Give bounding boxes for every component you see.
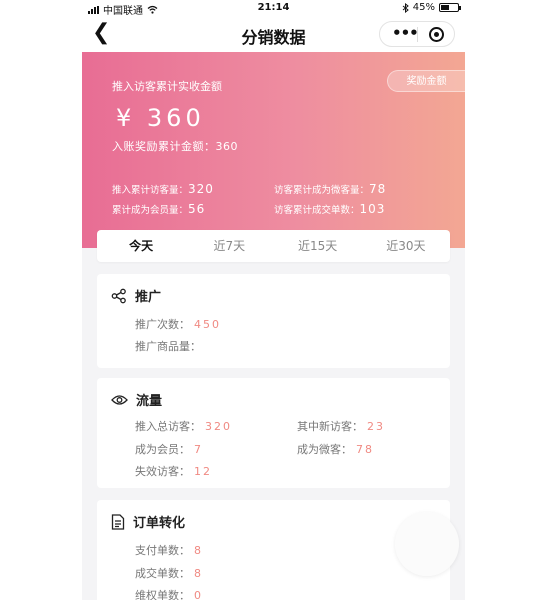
row-label: 成为会员：: [135, 443, 190, 456]
traffic-wechat: 成为微客： 78: [297, 441, 374, 457]
promotion-goods: 推广商品量：: [135, 338, 205, 354]
stat-members: 累计成为会员量：56: [112, 202, 205, 216]
row-label: 成交单数：: [135, 567, 190, 580]
stat-orders: 访客累计成交单数：103: [274, 202, 385, 216]
traffic-lost: 失效访客： 12: [135, 463, 212, 479]
tab-15-days[interactable]: 近15天: [274, 230, 362, 262]
row-value: 23: [367, 420, 385, 433]
row-value: 7: [194, 443, 203, 456]
stat-to-wechat: 访客累计成为微客量：78: [274, 182, 386, 196]
share-icon: [111, 288, 126, 303]
tab-today[interactable]: 今天: [97, 230, 185, 262]
row-label: 推入总访客：: [135, 420, 201, 433]
mini-program-capsule: •••: [379, 21, 455, 47]
capsule-divider: [417, 27, 418, 42]
orders-title: 订单转化: [133, 516, 186, 531]
summary-amount: ¥ 360: [116, 104, 205, 132]
more-icon[interactable]: •••: [392, 24, 419, 42]
row-label: 其中新访客：: [297, 420, 363, 433]
traffic-member: 成为会员： 7: [135, 441, 203, 457]
row-label: 支付单数：: [135, 544, 190, 557]
stat-label: 访客累计成为微客量：: [274, 185, 370, 196]
orders-rights: 维权单数： 0: [135, 587, 203, 600]
row-label: 成为微客：: [297, 443, 352, 456]
orders-paid: 支付单数： 8: [135, 542, 203, 558]
reward-amount-button[interactable]: 奖励金额: [387, 70, 465, 92]
status-bar: 中国联通 21:14 45%: [82, 0, 465, 17]
row-label: 失效访客：: [135, 465, 190, 478]
row-value: 8: [194, 567, 203, 580]
battery-percent: 45%: [412, 2, 435, 13]
stat-label: 访客累计成交单数：: [274, 205, 360, 216]
stat-label: 推入累计访客量：: [112, 185, 189, 196]
traffic-total: 推入总访客： 320: [135, 418, 232, 434]
battery-icon: [439, 3, 461, 12]
promotion-card: 推广 推广次数： 450 推广商品量：: [97, 274, 450, 368]
row-label: 推广次数：: [135, 318, 190, 331]
document-icon: [111, 513, 125, 530]
tab-30-days[interactable]: 近30天: [362, 230, 450, 262]
tab-7-days[interactable]: 近7天: [185, 230, 273, 262]
stat-label: 累计成为会员量：: [112, 205, 189, 216]
row-value: 78: [356, 443, 374, 456]
summary-banner: 推入访客累计实收金额 奖励金额 ¥ 360 入账奖励累计金额：360 推入累计访…: [82, 52, 465, 248]
row-label: 推广商品量：: [135, 340, 201, 353]
phone-screen: 中国联通 21:14 45% ❮ 分销数据 ••• 推入访客累计实收金额 奖励金…: [82, 0, 465, 600]
eye-icon: [111, 394, 128, 405]
stat-visitors: 推入累计访客量：320: [112, 182, 214, 196]
stat-value: 78: [369, 182, 387, 196]
row-value: 450: [194, 318, 221, 331]
stat-value: 103: [359, 202, 386, 216]
orders-deal: 成交单数： 8: [135, 565, 203, 581]
period-tabs: 今天 近7天 近15天 近30天: [97, 230, 450, 262]
traffic-title: 流量: [136, 394, 163, 409]
summary-label: 推入访客累计实收金额: [112, 80, 222, 93]
row-value: 12: [194, 465, 212, 478]
floating-action-button[interactable]: [395, 512, 459, 576]
stat-value: 56: [188, 202, 206, 216]
stat-value: 320: [188, 182, 214, 196]
row-value: 0: [194, 589, 203, 600]
row-value: 320: [205, 420, 232, 433]
target-icon[interactable]: [429, 27, 444, 42]
traffic-new: 其中新访客： 23: [297, 418, 385, 434]
traffic-card: 流量 推入总访客： 320 其中新访客： 23 成为会员： 7 成为微客： 78 失效访…: [97, 378, 450, 488]
row-value: 8: [194, 544, 203, 557]
promotion-count: 推广次数： 450: [135, 316, 221, 332]
row-label: 维权单数：: [135, 589, 190, 600]
promotion-title: 推广: [135, 290, 162, 305]
reward-total: 入账奖励累计金额：360: [112, 140, 238, 153]
bluetooth-icon: [402, 2, 409, 13]
navigation-bar: ❮ 分销数据 •••: [82, 16, 465, 52]
